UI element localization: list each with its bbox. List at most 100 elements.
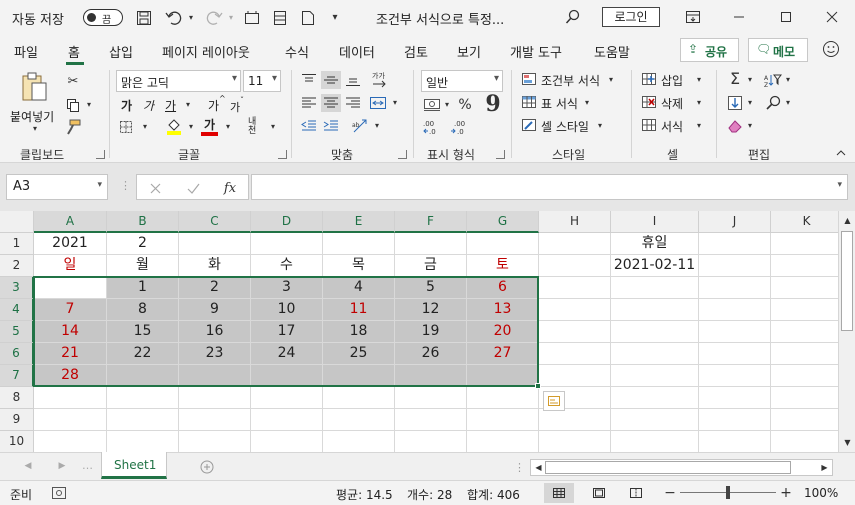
scroll-down-icon[interactable]: ▼ bbox=[842, 437, 853, 448]
cell-G4[interactable]: 13 bbox=[467, 299, 539, 321]
cell-B1[interactable]: 2 bbox=[107, 233, 179, 255]
find-select-dropdown-icon[interactable]: ▾ bbox=[783, 98, 793, 108]
add-sheet-icon[interactable] bbox=[199, 459, 215, 475]
status-sum[interactable]: 합계: 406 bbox=[467, 486, 520, 503]
font-launcher-icon[interactable] bbox=[278, 150, 287, 159]
close-icon[interactable] bbox=[822, 7, 842, 27]
cell-K7[interactable] bbox=[771, 365, 843, 387]
cell-F3[interactable]: 5 bbox=[395, 277, 467, 299]
paste-dropdown-icon[interactable]: ▾ bbox=[30, 124, 40, 134]
cell-C1[interactable] bbox=[179, 233, 251, 255]
cell-E6[interactable]: 25 bbox=[323, 343, 395, 365]
cell-K4[interactable] bbox=[771, 299, 843, 321]
memo-button[interactable]: 🗨 메모 bbox=[748, 38, 808, 62]
scrollbar-thumb[interactable] bbox=[545, 461, 791, 474]
fill-color-icon[interactable] bbox=[165, 116, 183, 136]
copy-dropdown-icon[interactable]: ▾ bbox=[84, 100, 94, 110]
grow-font-button[interactable]: 가 bbox=[208, 97, 219, 114]
decrease-indent-icon[interactable] bbox=[299, 117, 319, 135]
quick-analysis-icon[interactable] bbox=[543, 391, 565, 411]
cell-I2[interactable]: 2021-02-11 bbox=[611, 255, 699, 277]
name-box[interactable]: A3 ▾ bbox=[6, 174, 108, 200]
cell-I10[interactable] bbox=[611, 431, 699, 453]
align-middle-icon[interactable] bbox=[321, 71, 341, 89]
menu-review[interactable]: 검토 bbox=[404, 42, 428, 61]
collapse-ribbon-icon[interactable] bbox=[835, 148, 847, 158]
column-header[interactable]: J bbox=[699, 211, 771, 233]
cell-G3[interactable]: 6 bbox=[467, 277, 539, 299]
cell-F5[interactable]: 19 bbox=[395, 321, 467, 343]
normal-view-icon[interactable] bbox=[544, 483, 574, 503]
cell-I6[interactable] bbox=[611, 343, 699, 365]
cell-J5[interactable] bbox=[699, 321, 771, 343]
cell-A3[interactable] bbox=[34, 277, 107, 299]
cell-I5[interactable] bbox=[611, 321, 699, 343]
cell-D8[interactable] bbox=[251, 387, 323, 409]
phonetic-button[interactable]: 내천 bbox=[248, 118, 264, 136]
insert-function-icon[interactable]: fx bbox=[221, 179, 239, 197]
comma-style-icon[interactable]: 9 bbox=[484, 93, 502, 115]
increase-indent-icon[interactable] bbox=[321, 117, 341, 135]
cut-icon[interactable]: ✂ bbox=[64, 72, 82, 90]
font-color-dropdown-icon[interactable]: ▾ bbox=[223, 122, 233, 132]
cell-E4[interactable]: 11 bbox=[323, 299, 395, 321]
cell-E2[interactable]: 목 bbox=[323, 255, 395, 277]
cell-I1[interactable]: 휴일 bbox=[611, 233, 699, 255]
zoom-level[interactable]: 100% bbox=[804, 486, 838, 500]
cell-H6[interactable] bbox=[539, 343, 611, 365]
cell-J10[interactable] bbox=[699, 431, 771, 453]
cell-B2[interactable]: 월 bbox=[107, 255, 179, 277]
cell-A7[interactable]: 28 bbox=[34, 365, 107, 387]
cell-F4[interactable]: 12 bbox=[395, 299, 467, 321]
cell-C4[interactable]: 9 bbox=[179, 299, 251, 321]
macro-record-icon[interactable] bbox=[50, 485, 68, 501]
insert-cells-label[interactable]: 삽입 bbox=[661, 72, 683, 89]
format-painter-icon[interactable] bbox=[64, 118, 82, 136]
format-as-table-icon[interactable] bbox=[520, 94, 538, 110]
cell-K3[interactable] bbox=[771, 277, 843, 299]
undo-dropdown-icon[interactable]: ▾ bbox=[186, 12, 196, 24]
cell-E10[interactable] bbox=[323, 431, 395, 453]
column-header[interactable]: D bbox=[251, 211, 323, 233]
scroll-tabs-right-icon[interactable]: ▶ bbox=[54, 459, 70, 473]
decrease-decimal-icon[interactable]: .00.0 bbox=[450, 118, 472, 136]
align-top-icon[interactable] bbox=[299, 71, 319, 89]
hscroll-split-icon[interactable]: ⋮ bbox=[514, 461, 525, 474]
menu-page-layout[interactable]: 페이지 레이아웃 bbox=[162, 42, 250, 61]
menu-data[interactable]: 데이터 bbox=[339, 42, 375, 61]
row-header[interactable]: 10 bbox=[0, 431, 34, 453]
tab-sheet1[interactable]: Sheet1 bbox=[101, 452, 167, 479]
italic-button[interactable]: 가 bbox=[143, 97, 154, 114]
column-header[interactable]: B bbox=[107, 211, 179, 233]
cell-D3[interactable]: 3 bbox=[251, 277, 323, 299]
cell-H4[interactable] bbox=[539, 299, 611, 321]
cell-B5[interactable]: 15 bbox=[107, 321, 179, 343]
merge-center-icon[interactable] bbox=[368, 94, 388, 112]
align-right-icon[interactable] bbox=[343, 94, 363, 112]
screenshot-icon[interactable] bbox=[242, 8, 262, 28]
horizontal-scrollbar[interactable]: ◀ ▶ bbox=[530, 459, 833, 476]
number-launcher-icon[interactable] bbox=[496, 150, 505, 159]
scroll-right-icon[interactable]: ▶ bbox=[819, 462, 830, 473]
cell-D4[interactable]: 10 bbox=[251, 299, 323, 321]
cell-D5[interactable]: 17 bbox=[251, 321, 323, 343]
border-dropdown-icon[interactable]: ▾ bbox=[140, 122, 150, 132]
fill-down-icon[interactable] bbox=[726, 94, 744, 112]
font-color-button[interactable]: 가 bbox=[204, 116, 215, 133]
align-center-icon[interactable] bbox=[321, 94, 341, 112]
cell-C5[interactable]: 16 bbox=[179, 321, 251, 343]
format-as-table-dropdown-icon[interactable]: ▾ bbox=[582, 98, 592, 108]
cell-I9[interactable] bbox=[611, 409, 699, 431]
align-bottom-icon[interactable] bbox=[343, 71, 363, 89]
cell-C7[interactable] bbox=[179, 365, 251, 387]
clear-icon[interactable] bbox=[726, 117, 744, 135]
vertical-scrollbar[interactable]: ▲ ▼ bbox=[838, 211, 855, 452]
cell-G1[interactable] bbox=[467, 233, 539, 255]
cell-K1[interactable] bbox=[771, 233, 843, 255]
insert-cells-dropdown-icon[interactable]: ▾ bbox=[694, 75, 704, 85]
font-name-combo[interactable]: 맑은 고딕 ▾ bbox=[116, 70, 241, 92]
cell-J8[interactable] bbox=[699, 387, 771, 409]
cell-B6[interactable]: 22 bbox=[107, 343, 179, 365]
conditional-format-dropdown-icon[interactable]: ▾ bbox=[606, 75, 616, 85]
format-cells-dropdown-icon[interactable]: ▾ bbox=[694, 121, 704, 131]
